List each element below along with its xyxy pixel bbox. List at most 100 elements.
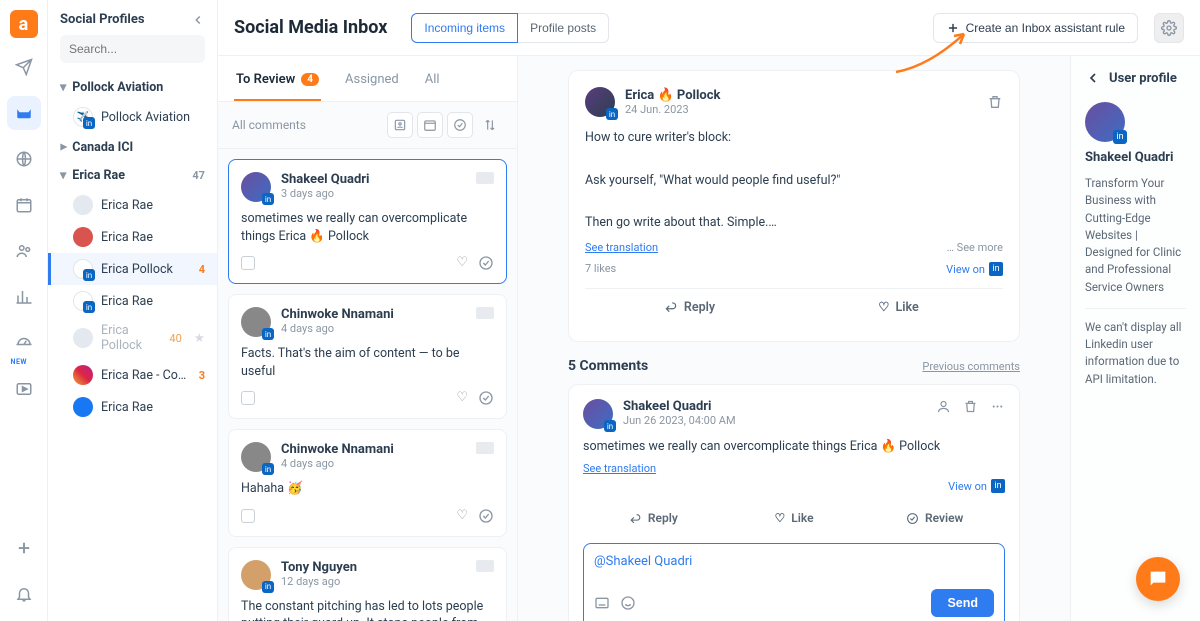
post-avatar: in [585,87,615,117]
see-translation-link[interactable]: See translation [585,241,658,254]
send-button[interactable]: Send [931,589,994,617]
sidebar-title: Social Profiles [60,12,145,27]
like-button[interactable]: ♡Like [794,289,1003,325]
reply-icon [664,300,678,314]
like-action[interactable]: ♡Like [724,505,865,531]
profile-column: User profile in Shakeel Quadri Transform… [1070,56,1200,621]
avatar: in [241,172,271,202]
chat-icon [1147,568,1169,590]
trash-icon[interactable] [987,94,1003,110]
view-on-linkedin[interactable]: View on in [946,262,1003,276]
tab-all[interactable]: All [423,66,442,101]
group-canada[interactable]: ▾Canada ICI [48,133,217,161]
create-rule-button[interactable]: Create an Inbox assistant rule [933,13,1138,43]
thumbnail [476,172,494,184]
chevron-left-icon [1085,70,1101,86]
search-box[interactable] [60,35,205,63]
post-date: 24 Jun. 2023 [625,103,720,116]
reply-action[interactable]: Reply [583,505,724,531]
settings-button[interactable] [1154,13,1184,43]
trash-icon[interactable] [963,399,978,429]
rail-dashboard-icon[interactable]: NEW [7,326,41,360]
comment-card[interactable]: inTony Nguyen12 days agoThe constant pit… [228,547,507,621]
review-action[interactable]: Review [864,505,1005,531]
thumbnail [476,442,494,454]
sidebar-item-erica-pollock[interactable]: inErica Pollock4 [48,253,217,285]
tab-to-review[interactable]: To Review4 [234,66,321,101]
review-icon[interactable] [478,390,494,406]
profile-bio: Transform Your Business with Cutting-Edg… [1085,175,1186,296]
review-icon[interactable] [478,508,494,524]
assign-icon[interactable] [936,399,951,429]
tab-assigned[interactable]: Assigned [343,66,401,101]
nav-rail: a NEW [0,0,48,621]
main: Social Media Inbox Incoming items Profil… [218,0,1200,621]
segmented-control: Incoming items Profile posts [411,13,609,43]
sidebar-item-erica-6[interactable]: Erica Rae - Copywriter ....3 [48,359,217,391]
comment-avatar: in [583,399,613,429]
heart-icon[interactable]: ♡ [456,255,468,271]
thumbnail [476,560,494,572]
rail-calendar-icon[interactable] [7,188,41,222]
emoji-icon[interactable] [620,595,636,611]
filter-date-icon[interactable] [417,112,443,138]
reply-button[interactable]: Reply [585,289,794,325]
rail-send-icon[interactable] [7,50,41,84]
review-tabs: To Review4 Assigned All [218,56,517,102]
rail-add-icon[interactable] [7,531,41,565]
attachment-icon[interactable] [594,595,610,611]
review-icon[interactable] [478,255,494,271]
reply-box[interactable]: @Shakeel Quadri Send [583,543,1005,621]
rail-team-icon[interactable] [7,234,41,268]
detail-column: in Erica 🔥 Pollock 24 Jun. 2023 How to c… [518,56,1070,621]
previous-comments-link[interactable]: Previous comments [922,360,1020,373]
profile-avatar: in [1085,102,1125,142]
sidebar-item-erica-5[interactable]: Erica Pollock40★ [48,317,217,359]
checkbox[interactable] [241,391,255,405]
profile-header[interactable]: User profile [1085,70,1186,86]
search-input[interactable] [69,42,224,56]
rail-bell-icon[interactable] [7,577,41,611]
filter-review-icon[interactable] [447,112,473,138]
checkbox[interactable] [241,256,255,270]
comment-card[interactable]: inChinwoke Nnamani4 days agoHahaha 🥳♡ [228,429,507,537]
comment-detail-card: in Shakeel QuadriJun 26 2023, 04:00 AM s… [568,384,1020,621]
comment-card[interactable]: inChinwoke Nnamani4 days agoFacts. That'… [228,294,507,419]
sidebar-item-erica-2[interactable]: Erica Rae [48,221,217,253]
seg-posts[interactable]: Profile posts [518,13,609,43]
see-more-link[interactable]: … See more [947,241,1003,254]
chat-fab[interactable] [1136,557,1180,601]
group-erica[interactable]: ▾Erica Rae47 [48,161,217,189]
rail-inbox-icon[interactable] [7,96,41,130]
filter-sort-icon[interactable] [477,112,503,138]
checkbox[interactable] [241,509,255,523]
avatar: in [241,307,271,337]
heart-icon[interactable]: ♡ [456,390,468,406]
view-on-linkedin[interactable]: View on in [948,479,1005,493]
sidebar-item-erica-1[interactable]: Erica Rae [48,189,217,221]
avatar: in [241,560,271,590]
comment-author: Shakeel Quadri [623,399,736,414]
comment-card[interactable]: inShakeel Quadri3 days ago sometimes we … [228,159,507,284]
more-icon[interactable] [990,399,1005,429]
rail-analytics-icon[interactable] [7,280,41,314]
review-count-badge: 4 [301,73,319,86]
sidebar-item-erica-4[interactable]: inErica Rae [48,285,217,317]
filter-assign-icon[interactable] [387,112,413,138]
seg-incoming[interactable]: Incoming items [411,13,518,43]
gear-icon [1161,20,1177,36]
heart-icon[interactable]: ♡ [456,508,468,524]
see-translation-link[interactable]: See translation [583,462,656,475]
list-column: To Review4 Assigned All All comments inS… [218,56,518,621]
app-logo[interactable]: a [10,10,38,38]
sidebar-item-erica-7[interactable]: Erica Rae [48,391,217,423]
rail-globe-icon[interactable] [7,142,41,176]
profile-note: We can't display all Linkedin user infor… [1085,319,1186,388]
rail-library-icon[interactable] [7,372,41,406]
reply-mention: @Shakeel Quadri [594,554,692,569]
group-pollock[interactable]: ▾Pollock Aviation [48,73,217,101]
sidebar-item-pollock-aviation[interactable]: ✈️inPollock Aviation [48,101,217,133]
sidebar: Social Profiles ▾Pollock Aviation ✈️inPo… [48,0,218,621]
star-icon: ★ [194,330,205,346]
collapse-icon[interactable] [191,13,205,27]
